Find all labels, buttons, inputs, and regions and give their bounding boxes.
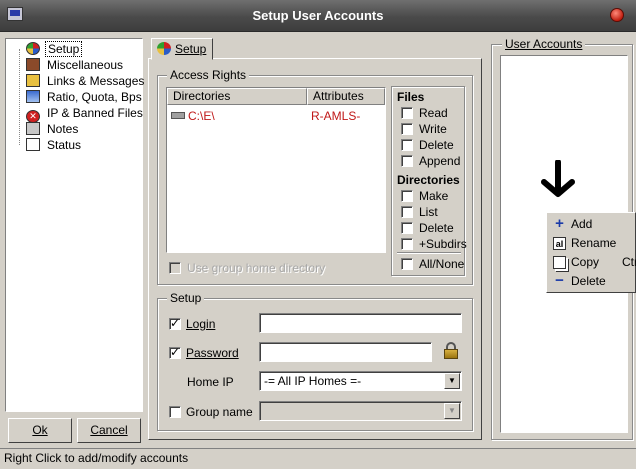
- menu-item-delete[interactable]: − Delete: [547, 272, 636, 291]
- tree-item-label: Ratio, Quota, Bps: [47, 90, 142, 104]
- row-directory: C:\E\: [188, 109, 215, 123]
- make-checkbox[interactable]: [401, 190, 413, 202]
- login-input[interactable]: [259, 313, 462, 333]
- column-header-attributes[interactable]: Attributes: [307, 88, 385, 105]
- tab-setup[interactable]: Setup: [151, 38, 213, 60]
- group-name-checkbox[interactable]: [169, 406, 181, 418]
- menu-item-label: Rename: [571, 236, 617, 250]
- context-menu: + Add aI Rename Copy Ctr −Delete: [546, 212, 636, 293]
- tree-item-miscellaneous[interactable]: Miscellaneous: [26, 57, 125, 73]
- read-label: Read: [419, 106, 448, 120]
- list-checkbox[interactable]: [401, 206, 413, 218]
- ok-button-label: Ok: [32, 423, 48, 437]
- lock-icon[interactable]: [443, 342, 459, 360]
- title-bar: Setup User Accounts: [0, 0, 636, 32]
- dirs-delete-checkbox[interactable]: [401, 222, 413, 234]
- all-none-label: All/None: [419, 257, 465, 271]
- book-icon: [26, 58, 40, 71]
- write-checkbox[interactable]: [401, 123, 413, 135]
- tree-item-label: Notes: [47, 122, 79, 136]
- setup-icon: [26, 42, 40, 55]
- files-delete-checkbox[interactable]: [401, 139, 413, 151]
- group-name-label: Group name: [186, 405, 253, 419]
- directories-heading: Directories: [397, 173, 460, 187]
- column-header-directories[interactable]: Directories: [167, 88, 307, 105]
- dirs-delete-label: Delete: [419, 221, 454, 235]
- status-bar: Right Click to add/modify accounts: [0, 448, 636, 469]
- login-checkbox[interactable]: [169, 316, 181, 330]
- tree-item-label: Setup: [45, 41, 83, 57]
- files-heading: Files: [397, 90, 425, 104]
- cancel-button-label: Cancel: [90, 423, 128, 437]
- tree-item-label: IP & Banned Files: [47, 106, 143, 120]
- arrow-down-icon: [541, 160, 575, 197]
- divider: [397, 252, 461, 254]
- use-group-home-label: Use group home directory: [187, 261, 326, 275]
- tree-item-label: Status: [47, 138, 82, 152]
- group-name-select[interactable]: ▼: [259, 401, 462, 421]
- cancel-button[interactable]: Cancel: [77, 418, 141, 443]
- all-none-checkbox[interactable]: [401, 258, 413, 270]
- write-label: Write: [419, 122, 447, 136]
- chevron-down-icon[interactable]: ▼: [444, 373, 460, 389]
- status-icon: [26, 138, 40, 151]
- tree-item-setup[interactable]: Setup: [26, 41, 83, 57]
- copy-icon: [553, 256, 566, 269]
- tree-item-label: Links & Messages: [47, 74, 145, 88]
- make-label: Make: [419, 189, 449, 203]
- list-label: List: [419, 205, 438, 219]
- access-rights-label: Access Rights: [167, 68, 250, 82]
- user-accounts-label: User Accounts: [502, 37, 586, 51]
- menu-item-label: Delete: [571, 274, 606, 288]
- notes-icon: [26, 122, 40, 135]
- tree-item-label: Miscellaneous: [47, 58, 124, 72]
- rename-icon: aI: [553, 237, 566, 250]
- tree-item-notes[interactable]: Notes: [26, 121, 80, 137]
- subdirs-label: +Subdirs: [419, 237, 467, 251]
- password-input[interactable]: [259, 342, 432, 362]
- plus-icon: +: [555, 215, 564, 232]
- append-label: Append: [419, 154, 461, 168]
- ok-button[interactable]: Ok: [8, 418, 72, 443]
- minus-icon: −: [555, 272, 564, 289]
- tree-item-links-messages[interactable]: Links & Messages: [26, 73, 146, 89]
- tab-label: Setup: [175, 42, 207, 56]
- setup-icon: [157, 42, 171, 55]
- gauge-icon: [26, 90, 40, 103]
- menu-item-rename[interactable]: aI Rename: [547, 234, 636, 253]
- setup-tab-panel: Access Rights Directories Attributes C:\…: [148, 58, 482, 440]
- window-title: Setup User Accounts: [252, 8, 384, 23]
- use-group-home-checkbox[interactable]: [169, 262, 181, 274]
- drive-icon: [171, 112, 185, 119]
- tree-item-ratio-quota[interactable]: Ratio, Quota, Bps: [26, 89, 144, 105]
- menu-item-shortcut: Ctr: [622, 255, 636, 269]
- files-delete-label: Delete: [419, 138, 454, 152]
- tree-item-ip-banned[interactable]: ✕ IP & Banned Files: [26, 105, 145, 123]
- menu-item-copy[interactable]: Copy Ctr: [547, 253, 636, 272]
- tree-connector: [19, 49, 20, 145]
- home-ip-value: -= All IP Homes =-: [264, 374, 362, 388]
- password-label: Password: [186, 346, 239, 360]
- menu-item-label: Copy: [571, 255, 600, 269]
- close-button[interactable]: [610, 8, 624, 22]
- chevron-down-icon[interactable]: ▼: [444, 403, 460, 419]
- password-checkbox[interactable]: [169, 345, 181, 359]
- home-ip-select[interactable]: -= All IP Homes =- ▼: [259, 371, 462, 391]
- menu-item-label: Add: [571, 217, 593, 231]
- subdirs-checkbox[interactable]: [401, 238, 413, 250]
- login-label: Login: [186, 317, 216, 331]
- home-ip-label: Home IP: [187, 375, 234, 389]
- status-text: Right Click to add/modify accounts: [4, 451, 189, 465]
- append-checkbox[interactable]: [401, 155, 413, 167]
- folder-icon: [26, 74, 40, 87]
- setup-group-label: Setup: [167, 291, 205, 305]
- row-attributes: R-AMLS-: [311, 109, 361, 123]
- menu-item-add[interactable]: + Add: [547, 215, 636, 234]
- table-row[interactable]: C:\E\ R-AMLS-: [171, 108, 385, 124]
- directories-list[interactable]: Directories Attributes C:\E\ R-AMLS-: [166, 87, 386, 253]
- category-tree[interactable]: Setup Miscellaneous Links & Messages Rat…: [5, 38, 146, 412]
- read-checkbox[interactable]: [401, 107, 413, 119]
- tree-item-status[interactable]: Status: [26, 137, 83, 153]
